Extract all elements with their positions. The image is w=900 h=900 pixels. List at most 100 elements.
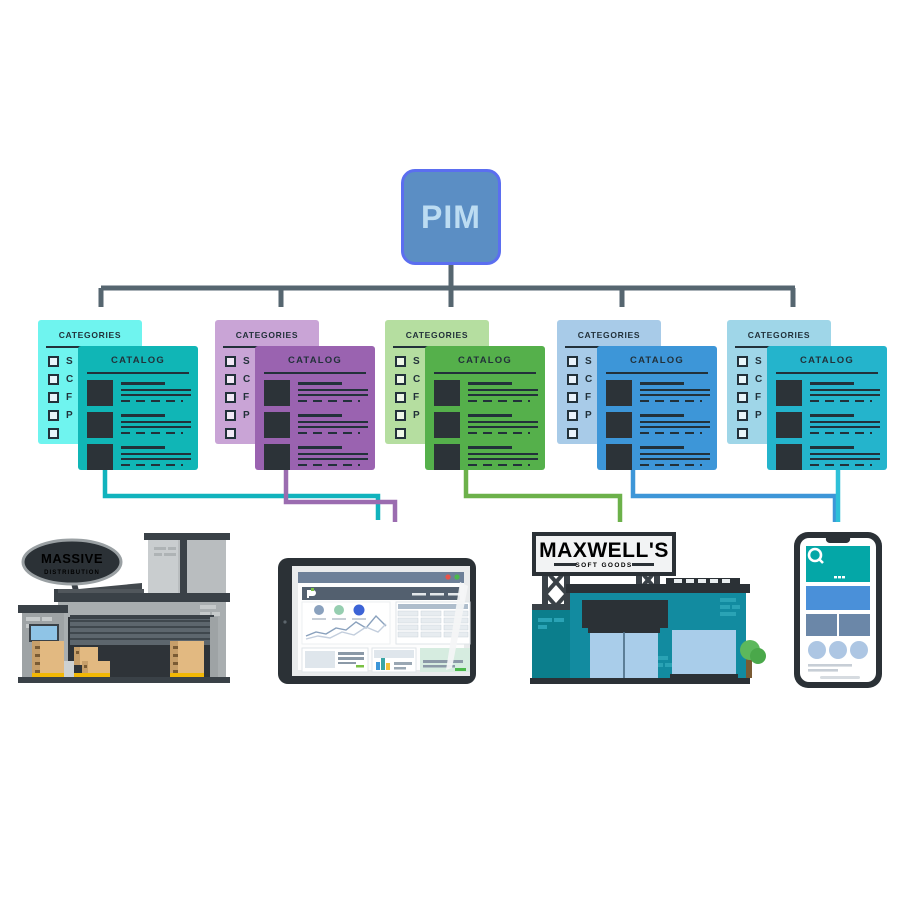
product-thumb-icon — [776, 444, 802, 470]
checkbox[interactable] — [395, 374, 406, 385]
product-thumb-icon — [87, 380, 113, 406]
pallet-crate — [32, 641, 64, 678]
app-banner — [806, 586, 870, 610]
catalog-entry — [264, 380, 368, 410]
product-thumb-icon — [606, 444, 632, 470]
category-label: C — [585, 374, 593, 385]
sign-line2: SOFT GOODS — [575, 562, 632, 569]
product-thumb-icon — [776, 412, 802, 438]
catalog-heading: CATALOG — [288, 355, 342, 366]
category-label: C — [243, 374, 251, 385]
checkbox[interactable] — [567, 392, 578, 403]
checkbox[interactable] — [395, 356, 406, 367]
phone-notch — [825, 538, 851, 544]
catalog-sheet: CATALOG — [767, 346, 887, 470]
doc-group-purple[interactable]: CATEGORIES S C F P CATALOG — [215, 320, 375, 470]
categories-heading: CATEGORIES — [747, 330, 811, 340]
category-label: C — [413, 374, 421, 385]
doc-group-teal[interactable]: CATEGORIES S C F P CATALOG — [38, 320, 198, 470]
doc-group-cyan[interactable]: CATEGORIES S C F P CATALOG — [727, 320, 887, 470]
catalog-entry — [87, 380, 191, 410]
divider — [776, 372, 878, 374]
home-indicator — [820, 676, 860, 679]
catalog-entry — [776, 412, 880, 442]
category-label: S — [413, 356, 420, 367]
checkbox[interactable] — [48, 410, 59, 421]
pallet-crate — [170, 641, 204, 678]
checkbox[interactable] — [737, 392, 748, 403]
store-sign: MAXWELL'S SOFT GOODS — [532, 532, 676, 576]
checkbox[interactable] — [395, 428, 406, 439]
product-thumb-icon — [87, 444, 113, 470]
checkbox[interactable] — [48, 392, 59, 403]
product-thumb-icon — [264, 444, 290, 470]
checkbox[interactable] — [48, 356, 59, 367]
category-label: C — [66, 374, 74, 385]
sign-line1: MASSIVE — [41, 551, 103, 566]
catalog-entry — [434, 412, 538, 442]
category-label: P — [66, 410, 73, 421]
app-avatar — [850, 641, 868, 659]
category-label: S — [243, 356, 250, 367]
catalog-heading: CATALOG — [458, 355, 512, 366]
checkbox[interactable] — [225, 392, 236, 403]
product-thumb-icon — [434, 444, 460, 470]
product-thumb-icon — [606, 380, 632, 406]
category-label: P — [413, 410, 420, 421]
checkbox[interactable] — [225, 410, 236, 421]
catalog-entry — [87, 444, 191, 474]
app-tile — [806, 614, 837, 636]
checkbox[interactable] — [567, 410, 578, 421]
catalog-sheet: CATALOG — [78, 346, 198, 470]
checkbox[interactable] — [225, 374, 236, 385]
catalog-entry — [606, 444, 710, 474]
checkbox[interactable] — [225, 356, 236, 367]
catalog-sheet: CATALOG — [425, 346, 545, 470]
catalog-entry — [264, 444, 368, 474]
catalog-heading: CATALOG — [111, 355, 165, 366]
catalog-entry — [606, 412, 710, 442]
catalog-heading: CATALOG — [630, 355, 684, 366]
doc-group-green[interactable]: CATEGORIES S C F P CATALOG — [385, 320, 545, 470]
category-label: F — [413, 392, 420, 403]
checkbox[interactable] — [737, 410, 748, 421]
catalog-sheet: CATALOG — [255, 346, 375, 470]
category-label: P — [243, 410, 250, 421]
warehouse-illustration[interactable]: MASSIVE DISTRIBUTION — [14, 533, 242, 688]
diagram-canvas: PIM CATEGORIES S C F P CATALOG CATEGORIE… — [0, 0, 900, 900]
category-label: P — [755, 410, 762, 421]
checkbox[interactable] — [567, 356, 578, 367]
catalog-entry — [434, 444, 538, 474]
category-label: F — [243, 392, 250, 403]
product-thumb-icon — [434, 412, 460, 438]
catalog-sheet: CATALOG — [597, 346, 717, 470]
catalog-entry — [606, 380, 710, 410]
checkbox[interactable] — [737, 356, 748, 367]
checkbox[interactable] — [395, 392, 406, 403]
checkbox[interactable] — [567, 428, 578, 439]
phone-illustration[interactable] — [790, 530, 886, 690]
app-avatar — [829, 641, 847, 659]
catalog-entry — [87, 412, 191, 442]
checkbox[interactable] — [567, 374, 578, 385]
categories-heading: CATEGORIES — [58, 330, 122, 340]
checkbox[interactable] — [48, 374, 59, 385]
retail-store-illustration[interactable]: MAXWELL'S SOFT GOODS — [524, 528, 769, 688]
checkbox[interactable] — [737, 374, 748, 385]
pim-node[interactable]: PIM — [401, 169, 501, 265]
doc-group-blue[interactable]: CATEGORIES S C F P CATALOG — [557, 320, 717, 470]
divider — [606, 372, 708, 374]
tablet-illustration[interactable] — [276, 556, 481, 688]
catalog-entry — [264, 412, 368, 442]
category-label: F — [755, 392, 762, 403]
checkbox[interactable] — [225, 428, 236, 439]
divider — [264, 372, 366, 374]
checkbox[interactable] — [48, 428, 59, 439]
product-thumb-icon — [606, 412, 632, 438]
checkbox[interactable] — [395, 410, 406, 421]
warehouse-sign: MASSIVE DISTRIBUTION — [21, 538, 123, 586]
checkbox[interactable] — [737, 428, 748, 439]
category-label: P — [585, 410, 592, 421]
catalog-entry — [776, 444, 880, 474]
category-label: F — [66, 392, 73, 403]
